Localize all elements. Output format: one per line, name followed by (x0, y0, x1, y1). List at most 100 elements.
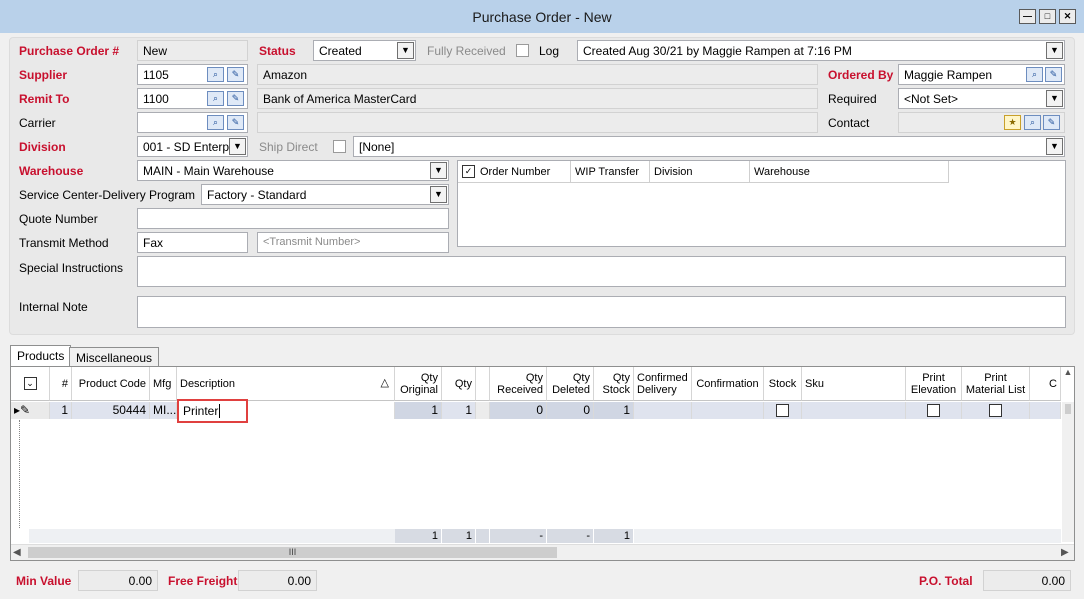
total-qty-received: - (490, 529, 547, 543)
maximize-button[interactable]: □ (1039, 9, 1056, 24)
row-confirmed-delivery[interactable] (634, 402, 692, 419)
required-date-dropdown[interactable]: <Not Set> ▼ (898, 88, 1065, 109)
remit-to-name-field: Bank of America MasterCard (257, 88, 818, 109)
scroll-up-icon[interactable]: ▲ (1062, 367, 1074, 401)
tab-miscellaneous[interactable]: Miscellaneous (69, 347, 160, 367)
carrier-label: Carrier (19, 116, 56, 130)
warehouse-label: Warehouse (19, 164, 84, 178)
qty-deleted-column[interactable]: Qty Deleted (547, 367, 594, 401)
qty-original-column[interactable]: Qty Original (395, 367, 442, 401)
chevron-down-icon[interactable]: ▼ (1046, 42, 1063, 59)
new-contact-icon[interactable]: ★ (1004, 115, 1021, 130)
search-icon[interactable]: ⌕ (1026, 67, 1043, 82)
stock-column[interactable]: Stock (764, 367, 802, 401)
horizontal-scroll-thumb[interactable]: III (28, 547, 557, 558)
search-icon[interactable]: ⌕ (1024, 115, 1041, 130)
totals-row: 1 1 - - 1 (29, 529, 1061, 543)
edit-icon[interactable]: ✎ (227, 91, 244, 106)
vertical-scroll-thumb[interactable] (1065, 404, 1071, 414)
service-center-value: Factory - Standard (207, 188, 307, 202)
description-editor[interactable]: Printer (177, 399, 248, 423)
qty-column[interactable]: Qty (442, 367, 476, 401)
row-product-code[interactable]: 50444 (72, 402, 150, 419)
row-num: 1 (50, 402, 72, 419)
chevron-down-icon[interactable]: ▼ (430, 162, 447, 179)
row-confirmation[interactable] (692, 402, 764, 419)
sku-column[interactable]: Sku (802, 367, 906, 401)
vertical-scrollbar[interactable] (1062, 402, 1074, 542)
confirmation-column[interactable]: Confirmation (692, 367, 764, 401)
total-spacer (476, 529, 490, 543)
carrier-code-input[interactable]: ⌕ ✎ (137, 112, 248, 133)
quote-number-input[interactable] (137, 208, 449, 229)
fully-received-label: Fully Received (427, 44, 506, 58)
qty-received-column[interactable]: Qty Received (490, 367, 547, 401)
total-qty: 1 (442, 529, 476, 543)
edit-icon[interactable]: ✎ (227, 115, 244, 130)
confirmed-delivery-column[interactable]: Confirmed Delivery (634, 367, 692, 401)
required-value: <Not Set> (904, 92, 959, 106)
scroll-left-icon[interactable]: ◀ (13, 547, 21, 558)
print-material-list-column[interactable]: Print Material List (962, 367, 1030, 401)
chevron-down-icon[interactable]: ▼ (430, 186, 447, 203)
transmit-number-input[interactable]: <Transmit Number> (257, 232, 449, 253)
warehouse-dropdown[interactable]: MAIN - Main Warehouse ▼ (137, 160, 449, 181)
edit-icon[interactable]: ✎ (1045, 67, 1062, 82)
search-icon[interactable]: ⌕ (207, 115, 224, 130)
chevron-down-icon[interactable]: ▼ (1046, 138, 1063, 155)
column-chooser-header[interactable]: ⌄ (11, 367, 50, 401)
print-elevation-column[interactable]: Print Elevation (906, 367, 962, 401)
minimize-button[interactable]: — (1019, 9, 1036, 24)
wip-transfer-column[interactable]: WIP Transfer (571, 161, 650, 183)
division-dropdown[interactable]: 001 - SD Enterpr ▼ (137, 136, 248, 157)
horizontal-scrollbar[interactable]: ◀ III ▶ (11, 544, 1074, 560)
service-center-dropdown[interactable]: Factory - Standard ▼ (201, 184, 449, 205)
row-mfg[interactable]: MI... (150, 402, 177, 419)
chevron-down-icon[interactable]: ▼ (1046, 90, 1063, 107)
row-edit-icon: ▸✎ (11, 402, 50, 419)
ship-direct-value: [None] (359, 140, 395, 154)
chevron-down-icon[interactable]: ▼ (397, 42, 414, 59)
remit-to-code-input[interactable]: 1100 ⌕ ✎ (137, 88, 248, 109)
supplier-code-input[interactable]: 1105 ⌕ ✎ (137, 64, 248, 85)
search-icon[interactable]: ⌕ (207, 67, 224, 82)
status-dropdown[interactable]: Created ▼ (313, 40, 416, 61)
special-instructions-label: Special Instructions (19, 261, 124, 275)
table-row[interactable]: ▸✎ 1 50444 MI... 1 1 0 0 1 (11, 402, 1061, 419)
close-button[interactable]: ✕ (1059, 9, 1076, 24)
min-value-field: 0.00 (78, 570, 158, 591)
fully-received-checkbox[interactable] (516, 44, 529, 57)
transmit-method-input[interactable]: Fax (137, 232, 248, 253)
row-stock-checkbox[interactable] (776, 404, 789, 417)
special-instructions-input[interactable] (137, 256, 1066, 287)
order-number-column[interactable]: ✓ Order Number (458, 161, 571, 183)
edit-icon[interactable]: ✎ (1043, 115, 1060, 130)
ship-direct-dropdown[interactable]: [None] ▼ (353, 136, 1065, 157)
scroll-right-icon[interactable]: ▶ (1061, 547, 1069, 558)
row-qty[interactable]: 1 (442, 402, 476, 419)
description-column[interactable]: Description △ (177, 367, 395, 401)
tab-products[interactable]: Products (10, 345, 72, 367)
extra-column[interactable]: C (1030, 367, 1061, 401)
warehouse-column[interactable]: Warehouse (750, 161, 949, 183)
row-print-material-list-checkbox[interactable] (989, 404, 1002, 417)
ship-direct-checkbox[interactable] (333, 140, 346, 153)
supplier-code-value: 1105 (143, 68, 169, 82)
log-dropdown[interactable]: Created Aug 30/21 by Maggie Rampen at 7:… (577, 40, 1065, 61)
division-column[interactable]: Division (650, 161, 750, 183)
num-column[interactable]: # (50, 367, 72, 401)
row-qty-button[interactable] (476, 402, 490, 419)
mfg-column[interactable]: Mfg (150, 367, 177, 401)
row-sku[interactable] (802, 402, 906, 419)
chevron-down-icon[interactable]: ▼ (229, 138, 246, 155)
internal-note-input[interactable] (137, 296, 1066, 328)
qty-stock-column[interactable]: Qty Stock (594, 367, 634, 401)
row-print-elevation-checkbox[interactable] (927, 404, 940, 417)
product-code-column[interactable]: Product Code (72, 367, 150, 401)
edit-icon[interactable]: ✎ (227, 67, 244, 82)
chevron-down-icon[interactable]: ⌄ (23, 377, 37, 390)
chevron-down-icon[interactable]: ✓ (462, 165, 475, 178)
contact-field[interactable]: ★ ⌕ ✎ (898, 112, 1065, 133)
search-icon[interactable]: ⌕ (207, 91, 224, 106)
ordered-by-input[interactable]: Maggie Rampen ⌕ ✎ (898, 64, 1065, 85)
